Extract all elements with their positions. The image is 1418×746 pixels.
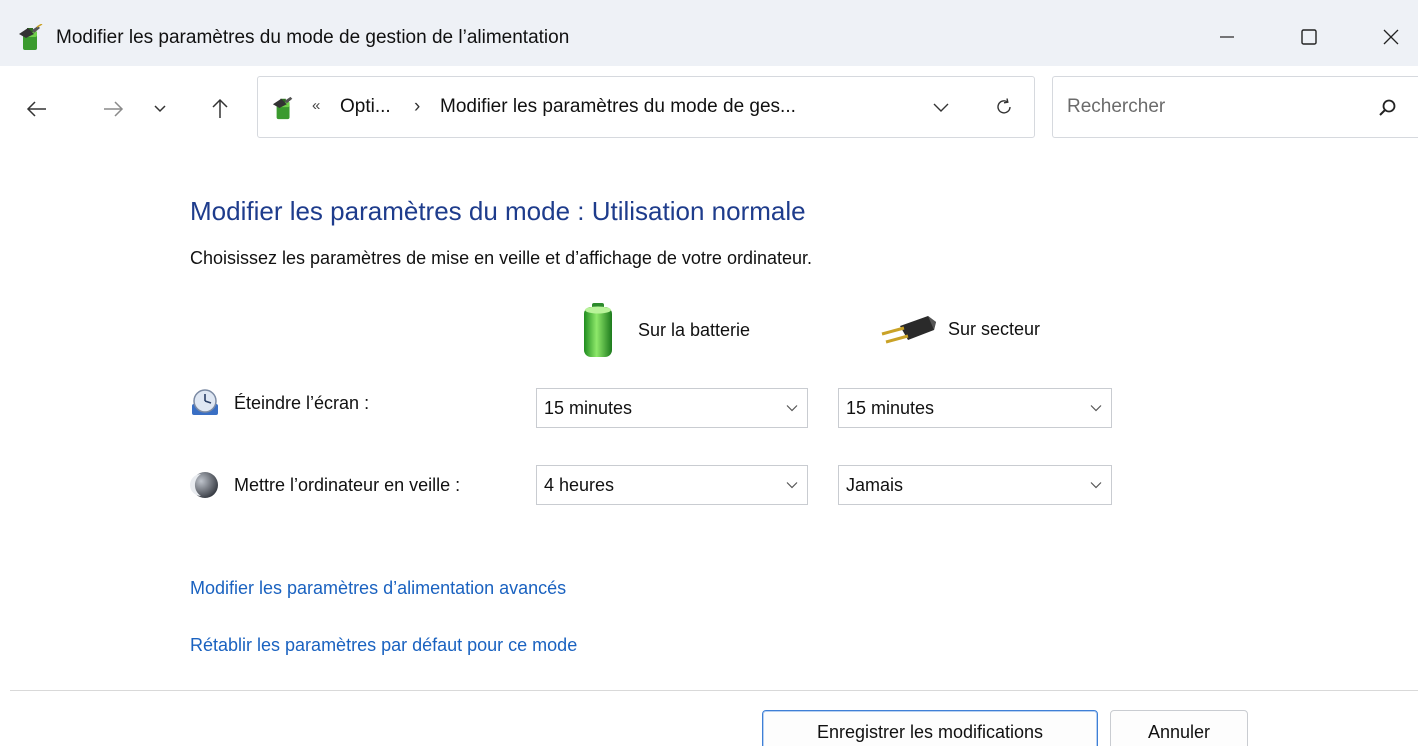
forward-button[interactable] [96, 90, 130, 128]
display-off-battery-select[interactable]: 15 minutes [536, 388, 808, 428]
maximize-button[interactable] [1279, 14, 1339, 60]
page-description: Choisissez les paramètres de mise en vei… [190, 248, 813, 268]
power-plan-settings-window: Modifier les paramètres du mode de gesti… [0, 0, 1418, 746]
address-history-button[interactable] [930, 99, 952, 117]
chevron-down-icon [777, 404, 807, 412]
sleep-moon-icon [190, 472, 218, 498]
search-input[interactable] [1067, 91, 1347, 123]
breadcrumb-overflow[interactable]: « [312, 97, 320, 114]
breadcrumb-separator[interactable]: › [414, 96, 420, 118]
chevron-down-icon [933, 103, 949, 112]
minimize-button[interactable] [1197, 14, 1257, 60]
display-clock-icon [192, 389, 218, 415]
up-arrow-icon [212, 98, 228, 118]
setting-label-display: Éteindre l’écran : [234, 392, 370, 413]
breadcrumb-item-power-options[interactable]: Opti... [340, 96, 391, 118]
maximize-icon [1301, 29, 1317, 45]
recent-locations-button[interactable] [143, 90, 177, 128]
title-bar: Modifier les paramètres du mode de gesti… [0, 0, 1418, 66]
column-header-battery: Sur la batterie [580, 302, 750, 358]
close-icon [1383, 29, 1399, 45]
search-box[interactable] [1052, 76, 1418, 138]
refresh-icon [997, 98, 1011, 114]
save-changes-button[interactable]: Enregistrer les modifications [762, 710, 1098, 746]
select-value: Jamais [846, 474, 904, 495]
power-plug-icon [881, 316, 936, 344]
chevron-down-icon [154, 105, 166, 113]
restore-defaults-link[interactable]: Rétablir les paramètres par défaut pour … [190, 635, 577, 656]
power-options-icon [272, 96, 293, 120]
setting-label-sleep: Mettre l’ordinateur en veille : [234, 474, 461, 495]
back-arrow-icon [26, 101, 46, 117]
power-options-icon [19, 24, 43, 50]
refresh-button[interactable] [992, 95, 1016, 119]
cancel-button[interactable]: Annuler [1110, 710, 1248, 746]
up-button[interactable] [203, 90, 237, 128]
back-button[interactable] [20, 90, 54, 128]
sleep-battery-select[interactable]: 4 heures [536, 465, 808, 505]
footer-divider [10, 690, 1418, 691]
sleep-plugged-select[interactable]: Jamais [838, 465, 1112, 505]
battery-icon [584, 303, 612, 357]
forward-arrow-icon [104, 101, 124, 117]
advanced-power-settings-link[interactable]: Modifier les paramètres d’alimentation a… [190, 578, 566, 599]
column-header-plugged: Sur secteur [878, 312, 1040, 346]
address-bar[interactable]: « Opti... › Modifier les paramètres du m… [257, 76, 1035, 138]
close-button[interactable] [1361, 14, 1418, 60]
select-value: 4 heures [544, 474, 615, 495]
setting-row-display: Éteindre l’écran : [190, 388, 369, 418]
page-title: Modifier les paramètres du mode : Utilis… [190, 196, 806, 226]
chevron-down-icon [1081, 481, 1111, 489]
minimize-icon [1220, 36, 1234, 38]
column-label-plugged: Sur secteur [948, 318, 1041, 339]
select-value: 15 minutes [544, 397, 633, 418]
chevron-down-icon [1081, 404, 1111, 412]
search-icon[interactable] [1377, 97, 1399, 119]
chevron-down-icon [777, 481, 807, 489]
window-title: Modifier les paramètres du mode de gesti… [56, 27, 570, 48]
display-off-plugged-select[interactable]: 15 minutes [838, 388, 1112, 428]
navigation-bar: « Opti... › Modifier les paramètres du m… [0, 66, 1418, 154]
breadcrumb-item-edit-plan[interactable]: Modifier les paramètres du mode de ges..… [440, 96, 796, 118]
column-label-battery: Sur la batterie [638, 319, 751, 340]
setting-row-sleep: Mettre l’ordinateur en veille : [190, 470, 460, 500]
select-value: 15 minutes [846, 397, 935, 418]
